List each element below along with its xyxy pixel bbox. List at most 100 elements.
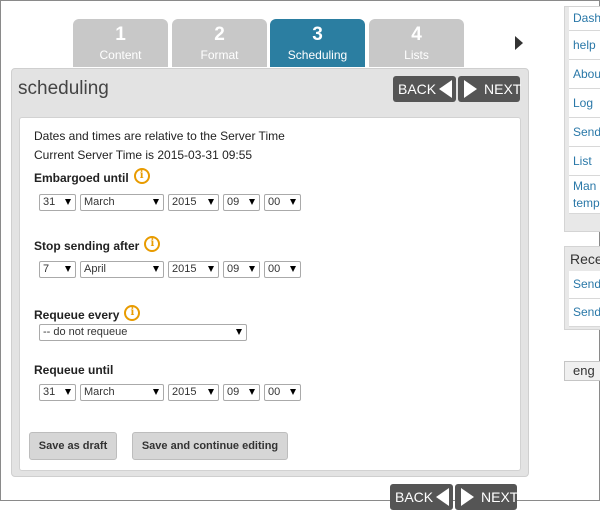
bottom-navigation: BACK NEXT	[388, 484, 519, 510]
select-value: 00	[268, 196, 281, 208]
tab-label: Lists	[404, 48, 429, 62]
arrow-left-icon	[439, 80, 452, 98]
sidebar-item-about[interactable]: Abou	[569, 60, 600, 89]
embargoed-hour-select[interactable]: 09	[223, 194, 260, 211]
panel-title: scheduling	[18, 78, 109, 99]
tab-format[interactable]: 2 Format	[172, 19, 267, 67]
recent-box: Rece Send Send	[564, 246, 600, 330]
sidebar-item-manage[interactable]: Man	[569, 176, 600, 196]
requeue-until-year-select[interactable]: 2015	[168, 384, 219, 401]
requeue-until-title: Requeue until	[34, 363, 114, 377]
tab-label: Format	[200, 48, 239, 62]
embargoed-label: Embargoed until	[34, 171, 129, 185]
chevron-down-icon	[153, 389, 159, 395]
tab-label: Scheduling	[287, 48, 348, 62]
requeue-every-title: Requeue every i	[34, 305, 141, 324]
select-value: 09	[227, 386, 240, 398]
save-draft-button[interactable]: Save as draft	[29, 432, 117, 460]
sidebar-item-help[interactable]: help	[569, 31, 600, 60]
requeue-until-minute-select[interactable]: 00	[264, 384, 301, 401]
scheduling-form: Dates and times are relative to the Serv…	[19, 117, 521, 471]
tabs-scroll-right-icon[interactable]	[515, 36, 523, 50]
embargoed-title: Embargoed until i	[34, 168, 150, 187]
select-value: 31	[43, 196, 56, 208]
next-button[interactable]: NEXT	[455, 484, 519, 510]
select-value: March	[84, 386, 115, 398]
tab-number: 3	[312, 24, 323, 45]
recent-item-send[interactable]: Send	[569, 299, 600, 327]
select-value: 00	[268, 386, 281, 398]
sidebar-item-log[interactable]: Log	[569, 89, 600, 118]
select-value: 2015	[172, 386, 197, 398]
next-button[interactable]: NEXT	[458, 76, 522, 102]
stop-sending-day-select[interactable]: 7	[39, 261, 76, 278]
save-continue-button[interactable]: Save and continue editing	[132, 432, 288, 460]
info-icon[interactable]: i	[124, 305, 141, 321]
stop-sending-hour-select[interactable]: 09	[223, 261, 260, 278]
chevron-down-icon	[249, 266, 255, 272]
back-label: BACK	[395, 489, 434, 505]
requeue-until-hour-select[interactable]: 09	[223, 384, 260, 401]
requeue-every-select[interactable]: -- do not requeue	[39, 324, 247, 341]
chevron-down-icon	[208, 199, 214, 205]
tab-number: 4	[411, 24, 422, 45]
sidebar-item-dashboard[interactable]: Dash	[569, 7, 600, 31]
select-value: 31	[43, 386, 56, 398]
stop-sending-title: Stop sending after i	[34, 236, 161, 255]
panel-navigation: BACK NEXT	[391, 76, 522, 102]
stop-sending-label: Stop sending after	[34, 239, 140, 253]
sidebar-item-list[interactable]: List	[569, 147, 600, 176]
stop-sending-month-select[interactable]: April	[80, 261, 164, 278]
info-icon[interactable]: i	[133, 168, 150, 184]
arrow-right-icon	[461, 488, 474, 506]
next-label: NEXT	[484, 81, 522, 97]
info-icon[interactable]: i	[144, 236, 161, 252]
back-button[interactable]: BACK	[390, 484, 453, 510]
tab-content[interactable]: 1 Content	[73, 19, 168, 67]
requeue-until-month-select[interactable]: March	[80, 384, 164, 401]
select-value: 7	[43, 263, 50, 275]
tab-number: 1	[115, 24, 126, 45]
server-time-note: Dates and times are relative to the Serv…	[34, 129, 285, 143]
chevron-down-icon	[65, 389, 71, 395]
requeue-until-day-select[interactable]: 31	[39, 384, 76, 401]
select-value: March	[84, 196, 115, 208]
select-value: 2015	[172, 196, 197, 208]
back-label: BACK	[398, 81, 437, 97]
sidebar-item-send[interactable]: Send	[569, 118, 600, 147]
chevron-down-icon	[153, 266, 159, 272]
select-value: -- do not requeue	[43, 326, 128, 338]
embargoed-year-select[interactable]: 2015	[168, 194, 219, 211]
chevron-down-icon	[208, 389, 214, 395]
chevron-down-icon	[208, 266, 214, 272]
chevron-down-icon	[290, 389, 296, 395]
arrow-right-icon	[464, 80, 477, 98]
requeue-every-label: Requeue every	[34, 308, 120, 322]
next-label: NEXT	[481, 489, 519, 505]
chevron-down-icon	[290, 199, 296, 205]
back-button[interactable]: BACK	[393, 76, 456, 102]
chevron-down-icon	[290, 266, 296, 272]
language-select[interactable]: eng	[564, 361, 600, 381]
embargoed-day-select[interactable]: 31	[39, 194, 76, 211]
tab-scheduling[interactable]: 3 Scheduling	[270, 19, 365, 67]
stop-sending-year-select[interactable]: 2015	[168, 261, 219, 278]
tab-label: Content	[99, 48, 142, 62]
tab-lists[interactable]: 4 Lists	[369, 19, 464, 67]
embargoed-month-select[interactable]: March	[80, 194, 164, 211]
embargoed-minute-select[interactable]: 00	[264, 194, 301, 211]
arrow-left-icon	[436, 488, 449, 506]
sidebar-menu: Dash help Abou Log Send List Man temp	[564, 6, 600, 232]
chevron-down-icon	[153, 199, 159, 205]
stop-sending-minute-select[interactable]: 00	[264, 261, 301, 278]
tab-number: 2	[214, 24, 225, 45]
select-value: 09	[227, 196, 240, 208]
chevron-down-icon	[65, 199, 71, 205]
chevron-down-icon	[65, 266, 71, 272]
recent-item-send[interactable]: Send	[569, 271, 600, 299]
current-server-time: Current Server Time is 2015-03-31 09:55	[34, 148, 253, 162]
select-value: 2015	[172, 263, 197, 275]
sidebar-item-templates[interactable]: temp	[569, 196, 600, 214]
chevron-down-icon	[249, 199, 255, 205]
recent-heading: Rece	[570, 251, 600, 267]
